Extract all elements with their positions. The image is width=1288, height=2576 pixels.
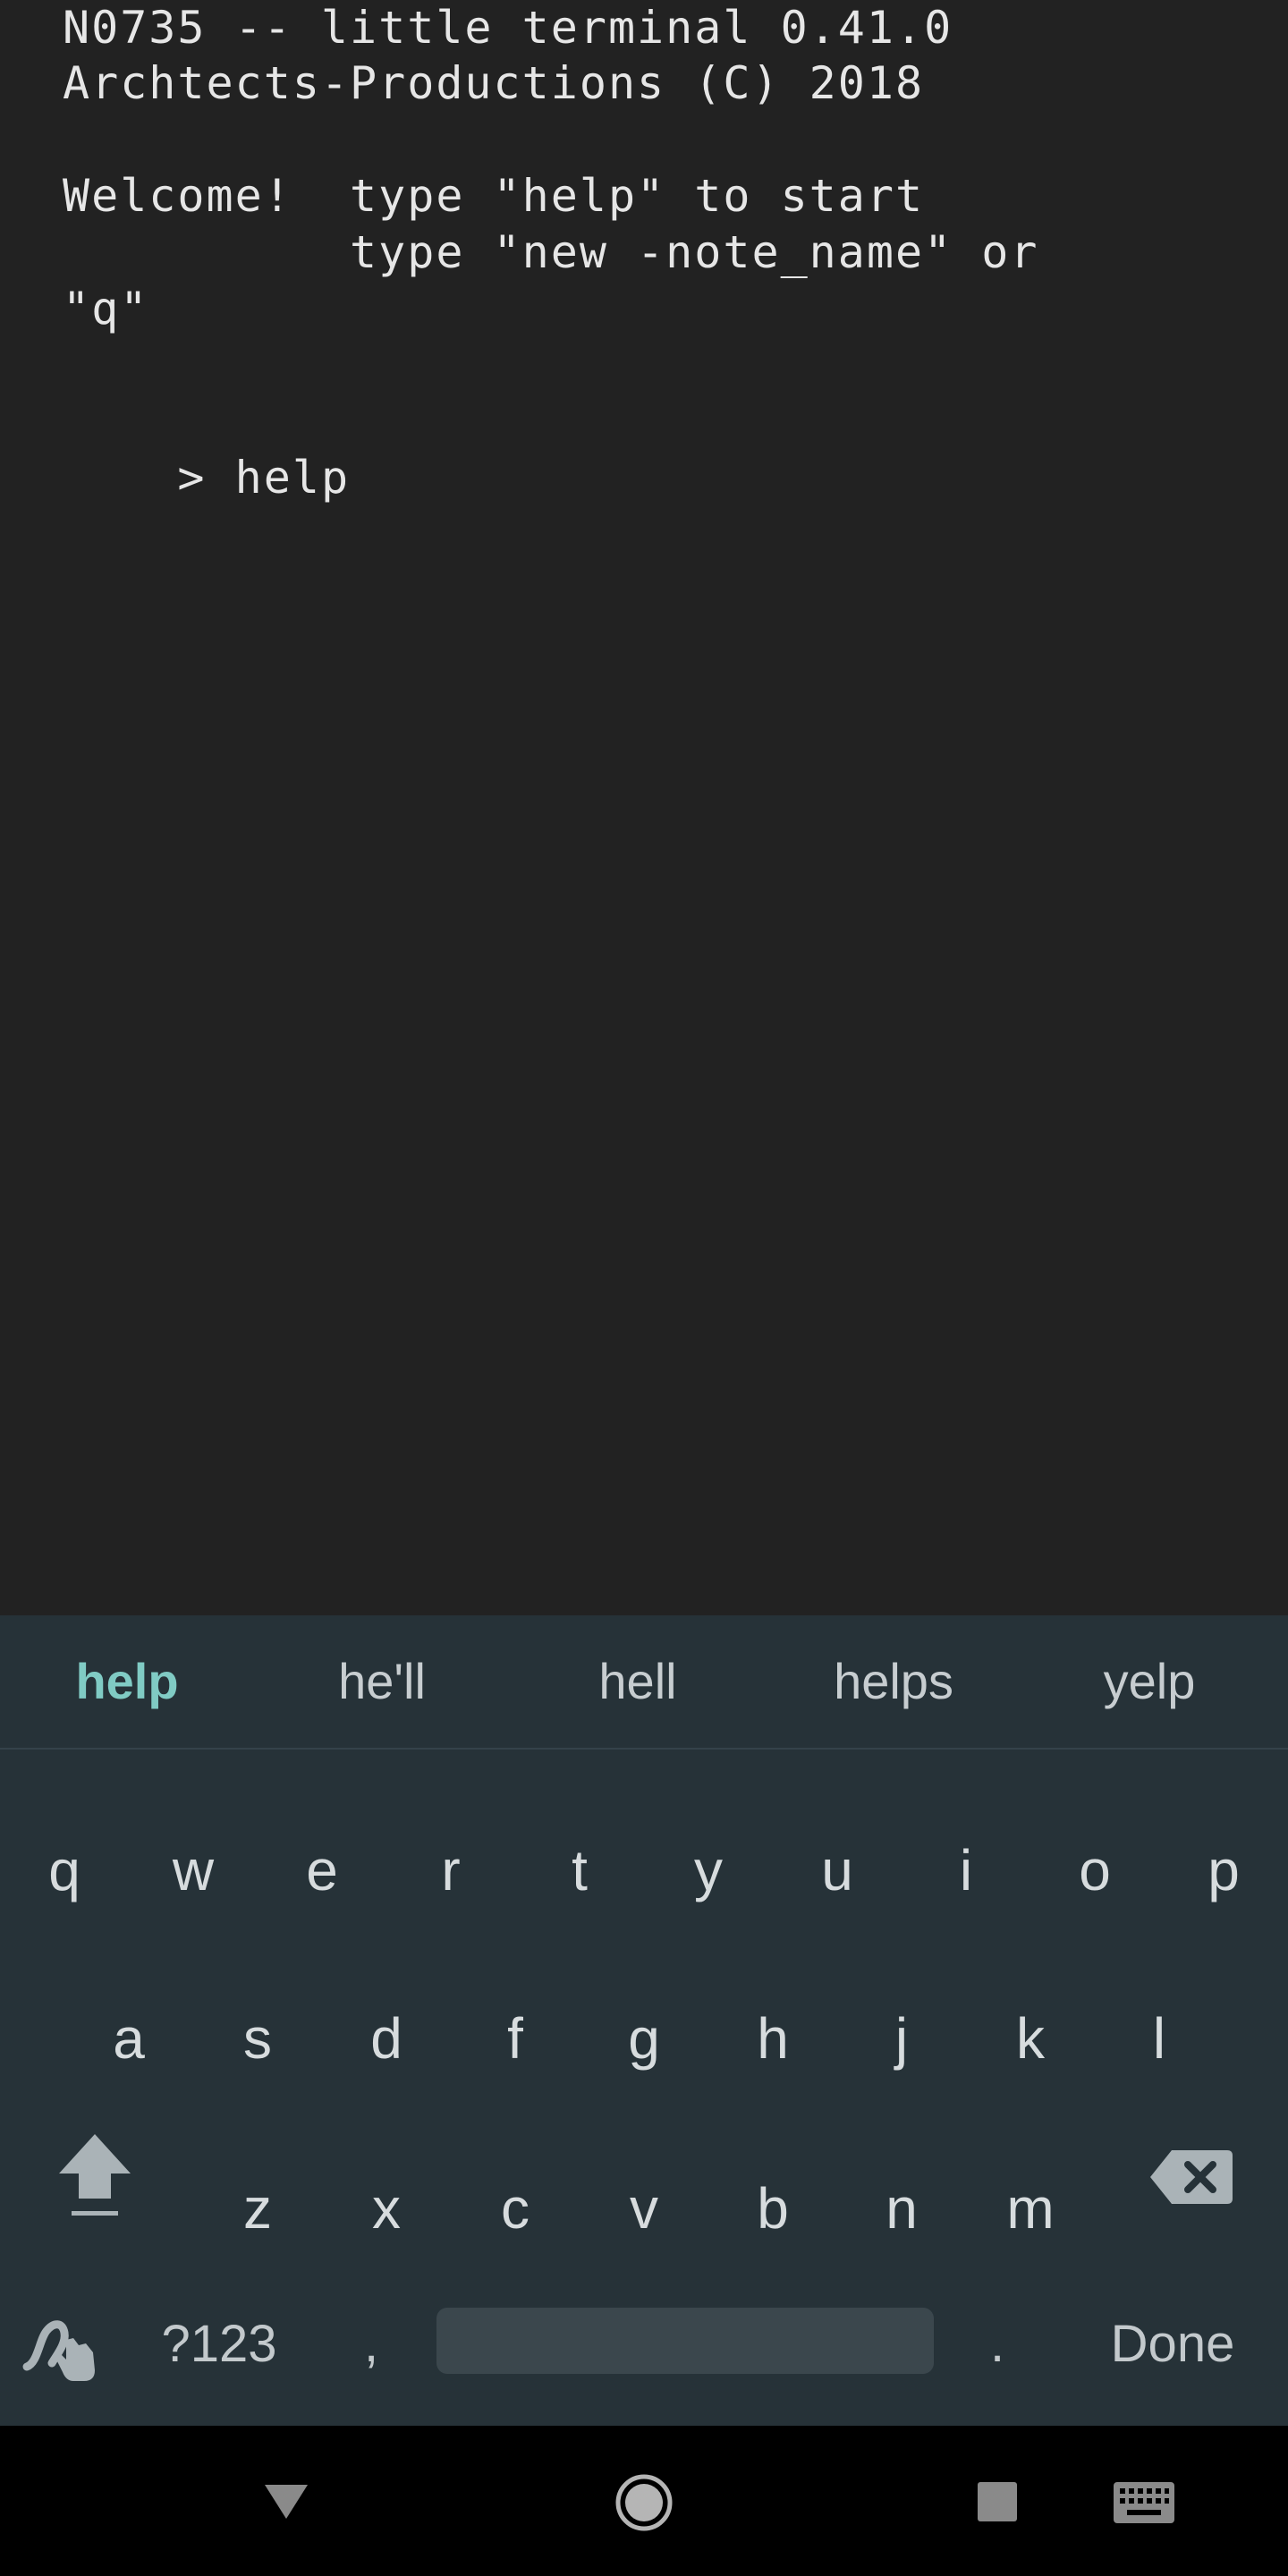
prompt-symbol: > <box>177 452 207 504</box>
terminal-banner-line: N0735 -- little terminal 0.41.0 <box>63 2 953 54</box>
key-e[interactable]: e <box>279 1830 365 1911</box>
home-circle-icon <box>615 2474 673 2531</box>
shift-icon <box>59 2134 131 2216</box>
key-b[interactable]: b <box>730 2168 816 2249</box>
shift-key[interactable] <box>50 2123 140 2222</box>
key-g[interactable]: g <box>601 1998 687 2079</box>
key-p[interactable]: p <box>1181 1830 1267 1911</box>
key-v[interactable]: v <box>601 2168 687 2249</box>
key-t[interactable]: t <box>537 1830 623 1911</box>
suggestion-item[interactable]: helps <box>804 1655 983 1708</box>
key-m[interactable]: m <box>987 2168 1073 2249</box>
suggestion-item[interactable]: help <box>38 1655 216 1708</box>
system-nav-bar <box>0 2426 1288 2576</box>
recents-square-icon <box>978 2482 1017 2521</box>
done-key[interactable]: Done <box>1097 2304 1249 2385</box>
back-triangle-icon <box>265 2485 308 2519</box>
key-h[interactable]: h <box>730 1998 816 2079</box>
terminal-prompt-line: > help <box>63 394 350 563</box>
key-f[interactable]: f <box>472 1998 558 2079</box>
handwriting-icon <box>22 2320 95 2381</box>
key-q[interactable]: q <box>21 1830 107 1911</box>
key-c[interactable]: c <box>472 2168 558 2249</box>
backspace-icon <box>1150 2150 1233 2204</box>
key-d[interactable]: d <box>343 1998 429 2079</box>
key-l[interactable]: l <box>1116 1998 1202 2079</box>
suggestion-item[interactable]: he'll <box>292 1655 471 1708</box>
recents-button[interactable] <box>975 2479 1020 2524</box>
key-x[interactable]: x <box>343 2168 429 2249</box>
comma-key[interactable]: , <box>349 2304 394 2385</box>
suggestion-item[interactable]: yelp <box>1060 1655 1239 1708</box>
key-o[interactable]: o <box>1052 1830 1138 1911</box>
symbols-key[interactable]: ?123 <box>152 2304 286 2385</box>
soft-keyboard: help he'll hell helps yelp q w e r t y u… <box>0 1615 1288 2426</box>
terminal-instruction-wrap-line: "q" <box>63 283 149 335</box>
handwriting-key[interactable] <box>20 2304 109 2385</box>
back-button[interactable] <box>259 2476 313 2526</box>
terminal-screen[interactable]: N0735 -- little terminal 0.41.0 Archtect… <box>0 0 1288 1615</box>
key-n[interactable]: n <box>859 2168 945 2249</box>
home-button[interactable] <box>614 2472 674 2533</box>
terminal-welcome-line: Welcome! type "help" to start <box>63 170 925 222</box>
key-w[interactable]: w <box>150 1830 236 1911</box>
key-a[interactable]: a <box>86 1998 172 2079</box>
key-k[interactable]: k <box>987 1998 1073 2079</box>
key-j[interactable]: j <box>859 1998 945 2079</box>
command-input[interactable]: help <box>235 452 350 504</box>
key-r[interactable]: r <box>408 1830 494 1911</box>
key-y[interactable]: y <box>665 1830 751 1911</box>
key-s[interactable]: s <box>215 1998 301 2079</box>
suggestion-item[interactable]: hell <box>548 1655 727 1708</box>
suggestion-strip: help he'll hell helps yelp <box>0 1615 1288 1750</box>
key-z[interactable]: z <box>215 2168 301 2249</box>
backspace-key[interactable] <box>1147 2141 1236 2213</box>
terminal-instruction-line: type "new -note_name" or <box>63 226 1039 278</box>
terminal-copyright-line: Archtects-Productions (C) 2018 <box>63 57 925 109</box>
keyboard-switch-button[interactable] <box>1113 2481 1175 2524</box>
period-key[interactable]: . <box>975 2304 1020 2385</box>
keyboard-switch-icon <box>1114 2482 1174 2523</box>
key-i[interactable]: i <box>923 1830 1009 1911</box>
key-u[interactable]: u <box>794 1830 880 1911</box>
space-key[interactable] <box>436 2308 934 2374</box>
